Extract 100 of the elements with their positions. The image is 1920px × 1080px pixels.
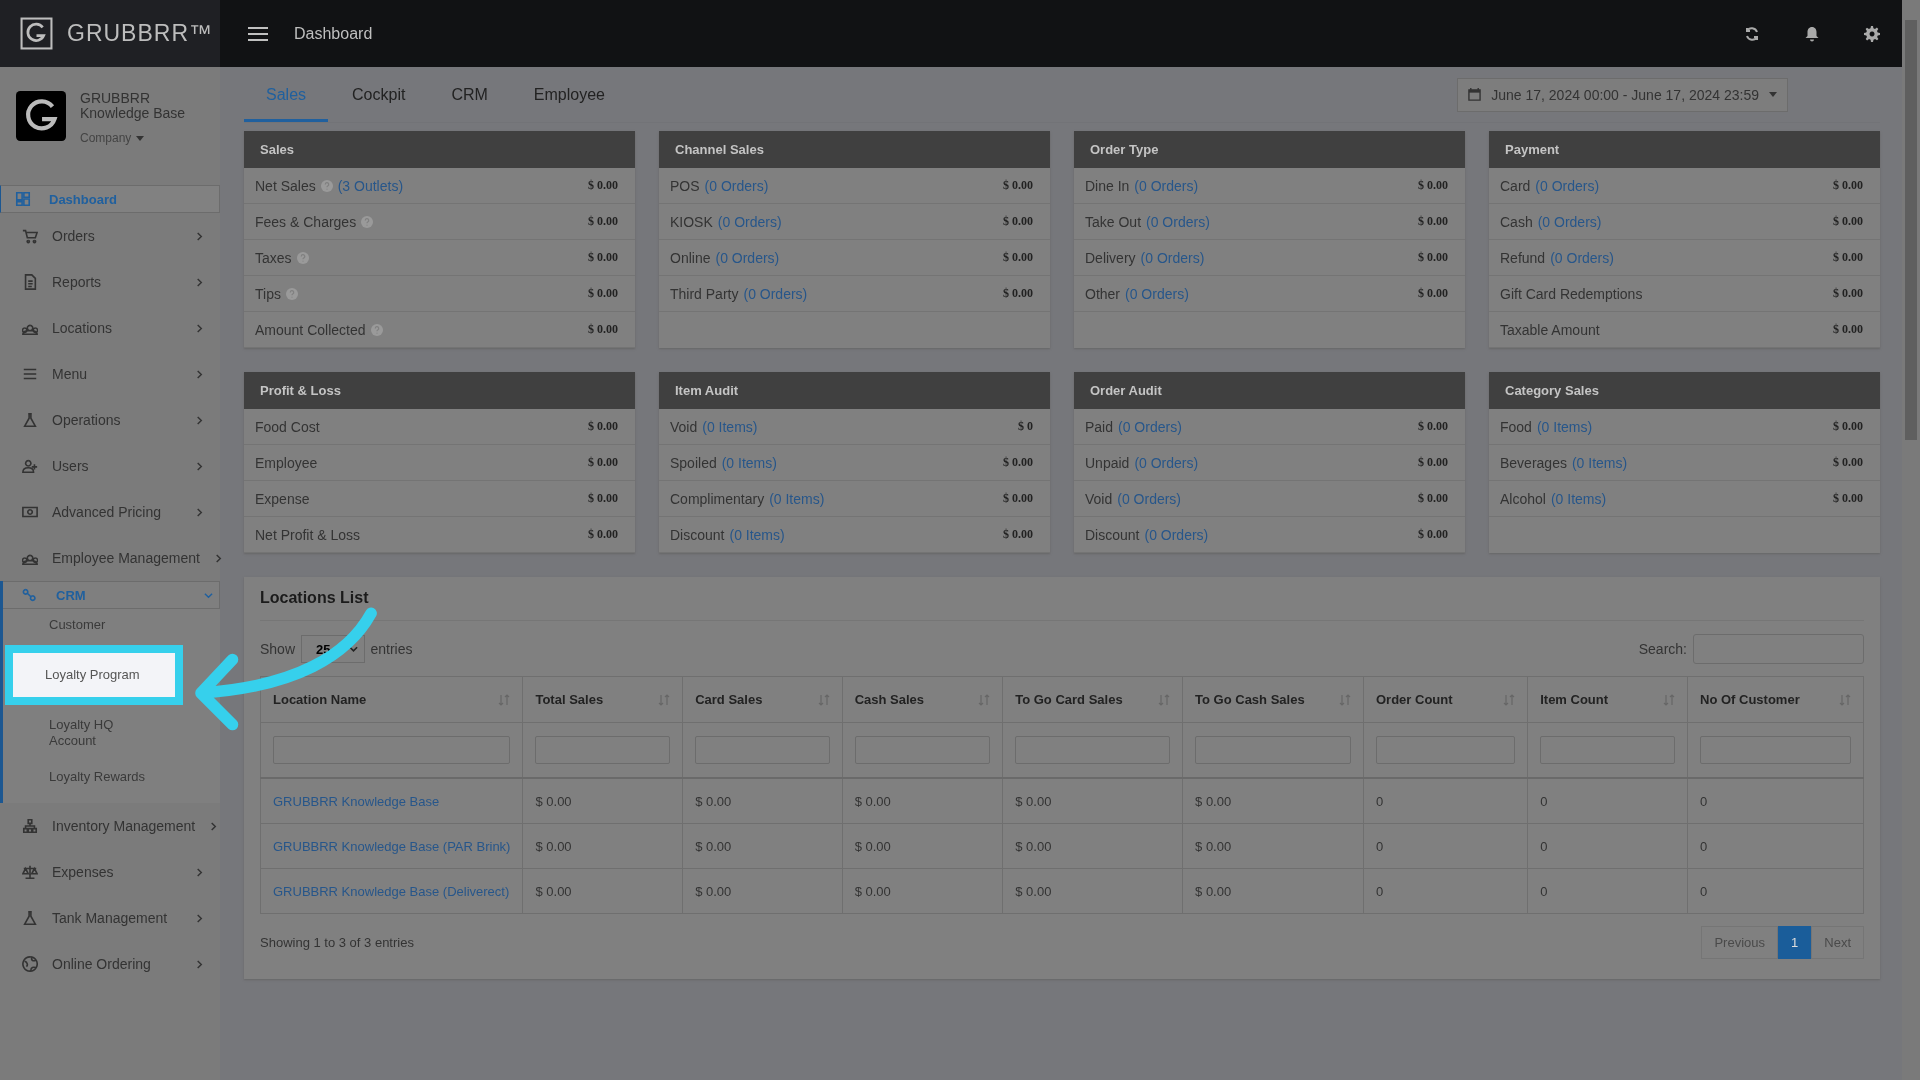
count-link[interactable]: (0 Orders) [1537, 213, 1602, 230]
count-link[interactable]: (0 Orders) [1550, 249, 1614, 266]
column-header[interactable]: To Go Cash Sales [1182, 676, 1364, 723]
count-link[interactable]: (0 Orders) [717, 213, 782, 230]
submenu-item[interactable]: Loyalty Rewards [17, 761, 159, 793]
count-link[interactable]: (0 Orders) [704, 177, 769, 194]
sidebar-item[interactable]: Locations [0, 305, 220, 351]
amount: $ 0.00 [588, 322, 618, 337]
count-link[interactable]: (3 Outlets) [337, 177, 404, 194]
sidebar-item[interactable]: Reports [0, 259, 220, 305]
card-header: Payment [1489, 131, 1880, 168]
menu-item-icon [22, 864, 38, 880]
table-cell: $ 0.00 [854, 838, 891, 854]
row-label: Gift Card Redemptions [1500, 285, 1643, 302]
tab[interactable]: Employee [511, 67, 627, 122]
column-header[interactable]: Card Sales [682, 676, 843, 723]
count-link[interactable]: (0 Orders) [743, 285, 808, 302]
count-link[interactable]: (0 Items) [769, 490, 825, 507]
submenu-item[interactable]: Loyalty HQ Account [17, 709, 159, 757]
help-icon[interactable] [320, 179, 333, 192]
chevron-icon [195, 415, 204, 425]
entries-label: entries [370, 641, 413, 657]
count-link[interactable]: (0 Orders) [1146, 213, 1210, 230]
column-header[interactable]: No Of Customer [1687, 676, 1864, 723]
count-link[interactable]: (0 Orders) [1125, 285, 1189, 302]
table-cell: 0 [1700, 883, 1708, 899]
help-icon[interactable] [370, 323, 383, 336]
chevron-icon [348, 646, 358, 652]
amount: $ 0.00 [1833, 455, 1863, 470]
amount: $ 0.00 [588, 491, 618, 506]
sidebar-item[interactable]: Dashboard [0, 185, 220, 213]
count-link[interactable]: (0 Orders) [1535, 177, 1600, 194]
amount: $ 0.00 [1003, 250, 1033, 265]
table-cell: $ 0.00 [695, 883, 732, 899]
count-link[interactable]: (0 Items) [1536, 418, 1593, 435]
column-header[interactable]: Location Name [260, 676, 523, 723]
amount: $ 0.00 [588, 214, 618, 229]
menu-icon[interactable] [248, 25, 268, 42]
sidebar-item[interactable]: CRM [3, 581, 220, 609]
tab[interactable]: Cockpit [330, 67, 428, 122]
sidebar-item[interactable]: Employee Management [0, 535, 220, 581]
table-cell: 0 [1376, 838, 1384, 854]
count-link[interactable]: (0 Items) [721, 454, 777, 471]
column-header[interactable]: To Go Card Sales [1002, 676, 1183, 723]
help-icon[interactable] [361, 215, 374, 228]
submenu-item[interactable]: Customer [17, 609, 159, 641]
table-cell: $ 0.00 [535, 838, 572, 854]
date-range-picker[interactable]: June 17, 2024 00:00 - June 17, 2024 23:59 [1457, 77, 1788, 112]
count-link[interactable]: (0 Items) [729, 526, 785, 543]
sidebar-item[interactable]: Inventory Management [0, 803, 220, 849]
notification-icon[interactable] [1804, 25, 1820, 42]
column-header[interactable]: Cash Sales [842, 676, 1003, 723]
count-link[interactable]: (0 Orders) [1134, 177, 1199, 194]
count-link[interactable]: (0 Items) [702, 418, 758, 435]
row-label: Discount [670, 526, 725, 543]
sidebar-item[interactable]: Advanced Pricing [0, 489, 220, 535]
count-link[interactable]: (0 Orders) [715, 249, 780, 266]
sidebar-item[interactable]: Menu [0, 351, 220, 397]
table-cell: 0 [1540, 883, 1548, 899]
menu-item-icon [15, 191, 31, 207]
table-cell: 0 [1540, 793, 1548, 809]
count-link[interactable]: (0 Items) [1571, 454, 1628, 471]
sidebar-item[interactable]: Tank Management [0, 895, 220, 941]
pagination-button[interactable]: 1 [1778, 926, 1812, 959]
tab[interactable]: CRM [429, 67, 510, 122]
amount: $ 0.00 [588, 455, 618, 470]
caret-icon [1769, 92, 1777, 97]
count-link[interactable]: (0 Orders) [1140, 249, 1205, 266]
tab[interactable]: Sales [244, 67, 329, 122]
table-cell: $ 0.00 [1195, 838, 1232, 854]
settings-icon[interactable] [1864, 25, 1880, 42]
row-label: Take Out [1085, 213, 1142, 230]
menu-item-icon [22, 228, 38, 244]
sidebar-item[interactable]: Operations [0, 397, 220, 443]
table-info: Showing 1 to 3 of 3 entries [260, 935, 414, 950]
help-icon[interactable] [296, 251, 309, 264]
card-header: Channel Sales [659, 131, 1050, 168]
count-link[interactable]: (0 Orders) [1117, 490, 1182, 507]
chevron-icon [195, 507, 204, 517]
amount: $ 0.00 [1003, 178, 1033, 193]
amount: $ 0.00 [1003, 286, 1033, 301]
count-link[interactable]: (0 Orders) [1144, 526, 1209, 543]
chevron-icon [204, 590, 213, 600]
count-link[interactable]: (0 Orders) [1118, 418, 1182, 435]
sidebar-item[interactable]: Users [0, 443, 220, 489]
row-label: Paid [1085, 418, 1114, 435]
count-link[interactable]: (0 Items) [1550, 490, 1607, 507]
help-icon[interactable] [285, 287, 298, 300]
column-header[interactable]: Order Count [1363, 676, 1528, 723]
row-label: Alcohol [1500, 490, 1546, 507]
refresh-icon[interactable] [1744, 25, 1760, 42]
sidebar-item[interactable]: Online Ordering [0, 941, 220, 987]
scrollbar[interactable] [1902, 0, 1920, 1080]
chevron-icon [195, 231, 204, 241]
column-header[interactable]: Item Count [1527, 676, 1688, 723]
count-link[interactable]: (0 Orders) [1134, 454, 1199, 471]
sidebar-item[interactable]: Orders [0, 213, 220, 259]
column-header[interactable]: Total Sales [522, 676, 683, 723]
row-label: Delivery [1085, 249, 1136, 266]
sidebar-item[interactable]: Expenses [0, 849, 220, 895]
